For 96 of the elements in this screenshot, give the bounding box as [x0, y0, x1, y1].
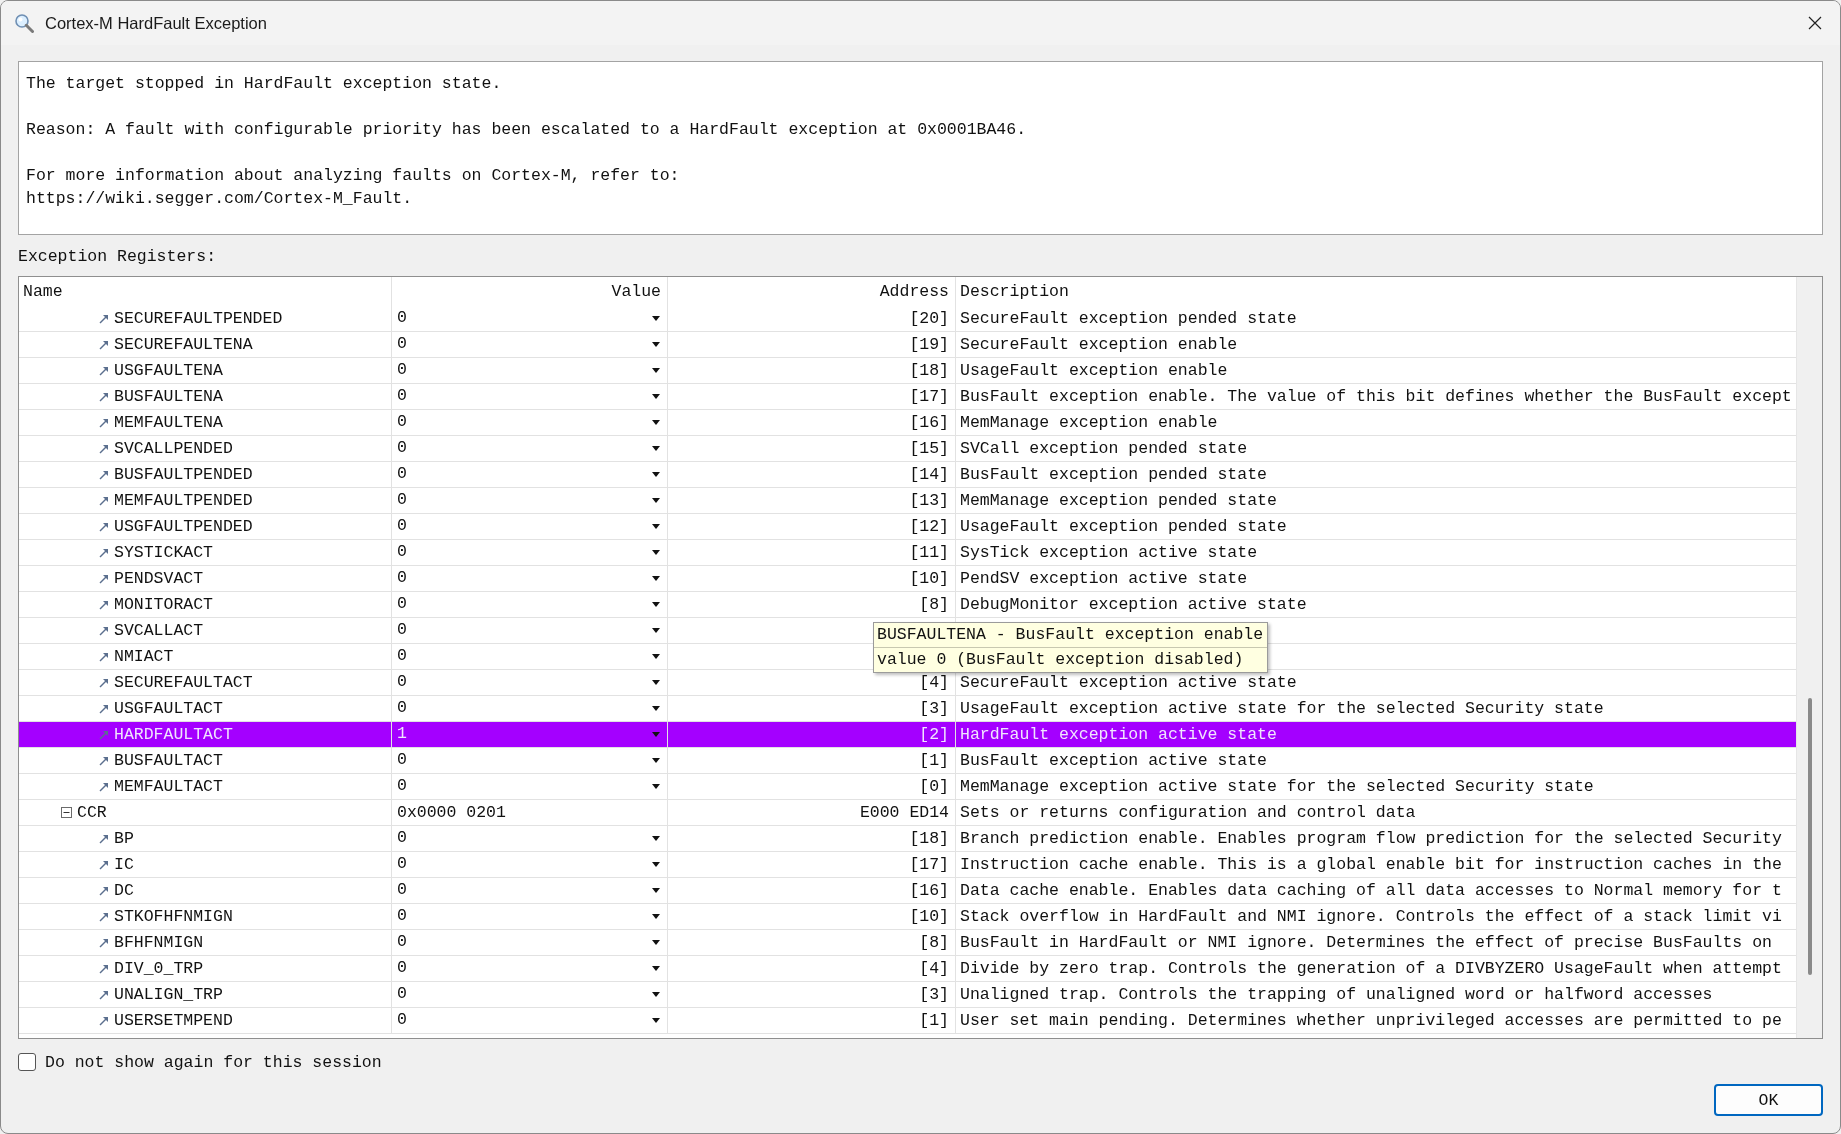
arrow-icon — [99, 911, 109, 922]
description-cell: BusFault in HardFault or NMI ignore. Determines the effect of precise BusFaults on — [960, 933, 1772, 952]
arrow-icon — [99, 339, 109, 350]
field-row[interactable]: UNALIGN_TRP 0 [3] Unaligned trap. Controls the trapping of unaligned word or halfword accesses — [19, 982, 1796, 1008]
arrow-icon — [99, 313, 109, 324]
field-row[interactable]: USERSETMPEND 0 [1] User set main pending. Determines whether unprivileged accesses are permitted to pe — [19, 1008, 1796, 1034]
arrow-icon — [99, 1015, 109, 1026]
value-dropdown[interactable]: 0 — [392, 904, 667, 929]
caret-icon — [652, 1018, 660, 1023]
checkbox-label: Do not show again for this session — [45, 1052, 382, 1072]
address-cell: [18] — [909, 829, 949, 848]
field-row[interactable]: DC 0 [16] Data cache enable. Enables data caching of all data accesses to Normal memory for t — [19, 878, 1796, 904]
field-name: IC — [114, 855, 134, 874]
value-dropdown[interactable]: 0 — [392, 826, 667, 851]
field-name: USERSETMPEND — [114, 1011, 233, 1030]
caret-icon — [652, 940, 660, 945]
arrow-icon — [99, 755, 109, 766]
value-cell-text: 0x0000 0201 — [396, 803, 506, 822]
value-dropdown[interactable]: 0 — [392, 930, 667, 955]
arrow-icon — [99, 885, 109, 896]
close-icon — [1808, 16, 1822, 30]
caret-icon — [652, 992, 660, 997]
address-cell: [10] — [909, 907, 949, 926]
collapse-icon[interactable] — [61, 807, 72, 818]
arrow-icon — [99, 495, 109, 506]
value-dropdown[interactable]: 0 — [392, 852, 667, 877]
value-dropdown[interactable]: 0 — [392, 1008, 667, 1033]
address-cell: [1] — [919, 1011, 949, 1030]
ok-button[interactable]: OK — [1714, 1084, 1823, 1116]
description-cell: Instruction cache enable. This is a global enable bit for instruction caches in the — [960, 855, 1782, 874]
field-name: STKOFHFNMIGN — [114, 907, 233, 926]
field-row[interactable]: STKOFHFNMIGN 0 [10] Stack overflow in HardFault and NMI ignore. Controls the effect of a stack limit vi — [19, 904, 1796, 930]
address-cell: E000 ED14 — [859, 803, 949, 822]
arrow-icon — [99, 859, 109, 870]
message-text: The target stopped in HardFault exception state. — [26, 73, 503, 95]
arrow-icon — [99, 573, 109, 584]
arrow-icon — [99, 547, 109, 558]
section-label: Exception Registers: — [18, 246, 217, 268]
arrow-icon — [99, 729, 109, 740]
arrow-icon — [99, 443, 109, 454]
description-cell: Sets or returns configuration and control data — [960, 803, 1416, 822]
arrow-icon — [99, 989, 109, 1000]
field-row[interactable]: BP 0 [18] Branch prediction enable. Enables program flow prediction for the selected Security — [19, 826, 1796, 852]
column-header[interactable]: Description — [956, 277, 1796, 306]
arrow-icon — [99, 677, 109, 688]
register-name: CCR — [77, 803, 107, 822]
caret-icon — [652, 888, 660, 893]
arrow-icon — [99, 937, 109, 948]
caret-icon — [652, 836, 660, 841]
field-name: UNALIGN_TRP — [114, 985, 223, 1004]
field-name: DC — [114, 881, 134, 900]
caret-icon — [652, 914, 660, 919]
description-cell: Unaligned trap. Controls the trapping of unaligned word or halfword accesses — [960, 985, 1713, 1004]
field-name: BP — [114, 829, 134, 848]
address-cell: [17] — [909, 855, 949, 874]
magnifier-icon — [14, 13, 34, 33]
column-header[interactable]: Address — [668, 277, 956, 306]
description-cell: Divide by zero trap. Controls the generation of a DIVBYZERO UsageFault when attempt — [960, 959, 1782, 978]
field-name: DIV_0_TRP — [114, 959, 204, 978]
address-cell: [4] — [919, 959, 949, 978]
field-name: BFHFNMIGN — [114, 933, 204, 952]
scrollbar-thumb[interactable] — [1807, 698, 1812, 975]
arrow-icon — [99, 469, 109, 480]
description-cell: User set main pending. Determines whether unprivileged accesses are permitted to pe — [960, 1011, 1782, 1030]
register-row[interactable]: CCR 0x0000 0201 E000 ED14 Sets or returns configuration and control data — [19, 800, 1796, 826]
value-dropdown[interactable]: 0 — [392, 878, 667, 903]
description-cell: Data cache enable. Enables data caching of all data accesses to Normal memory for t — [960, 881, 1782, 900]
arrow-icon — [99, 521, 109, 532]
arrow-icon — [99, 599, 109, 610]
column-header[interactable]: Name — [19, 277, 392, 306]
description-cell: Stack overflow in HardFault and NMI ignore. Controls the effect of a stack limit vi — [960, 907, 1782, 926]
value-dropdown[interactable]: 0 — [392, 956, 667, 981]
message-text: For more information about analyzing faults on Cortex-M, refer to: https://wiki.segger.com/Cortex-M_Fault. — [26, 165, 681, 210]
caret-icon — [652, 966, 660, 971]
arrow-icon — [99, 625, 109, 636]
arrow-icon — [99, 703, 109, 714]
arrow-icon — [99, 391, 109, 402]
arrow-icon — [99, 365, 109, 376]
arrow-icon — [99, 833, 109, 844]
address-cell: [8] — [919, 933, 949, 952]
value-dropdown[interactable]: 0 — [392, 982, 667, 1007]
arrow-icon — [99, 963, 109, 974]
arrow-icon — [99, 417, 109, 428]
address-cell: [3] — [919, 985, 949, 1004]
arrow-icon — [99, 651, 109, 662]
window-title: Cortex-M HardFault Exception — [45, 13, 267, 33]
address-cell: [16] — [909, 881, 949, 900]
message-text: Reason: A fault with configurable priority has been escalated to a HardFault exception at 0x0001BA46. — [26, 119, 1028, 141]
field-row[interactable]: DIV_0_TRP 0 [4] Divide by zero trap. Controls the generation of a DIVBYZERO UsageFault when attempt — [19, 956, 1796, 982]
field-row[interactable]: IC 0 [17] Instruction cache enable. This is a global enable bit for instruction caches in the — [19, 852, 1796, 878]
caret-icon — [652, 862, 660, 867]
arrow-icon — [99, 781, 109, 792]
column-header[interactable]: Value — [392, 277, 668, 306]
field-row[interactable]: BFHFNMIGN 0 [8] BusFault in HardFault or NMI ignore. Determines the effect of precise BusFaults on — [19, 930, 1796, 956]
checkbox[interactable] — [18, 1053, 36, 1071]
description-cell: Branch prediction enable. Enables program flow prediction for the selected Security — [960, 829, 1782, 848]
